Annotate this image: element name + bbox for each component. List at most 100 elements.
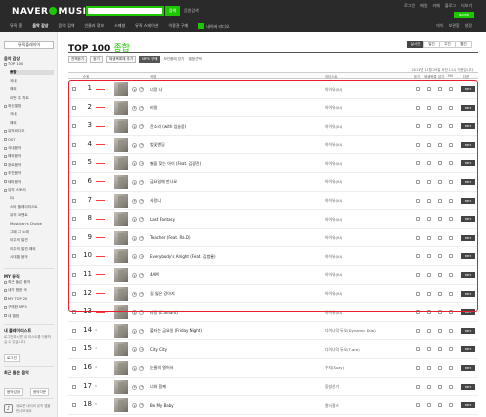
album-art[interactable] bbox=[114, 100, 128, 115]
add-icon[interactable] bbox=[139, 105, 144, 111]
sidebar-item[interactable]: 이번 주 차트 bbox=[10, 96, 29, 101]
album-art[interactable] bbox=[114, 267, 128, 282]
table-row[interactable]: 4 벚꽃엔딩 아이유(IU) MP3 bbox=[68, 136, 478, 155]
sidebar-item[interactable]: 뮤직 코멘트 bbox=[10, 213, 28, 218]
song-title[interactable]: Everybody's Alright (Feat. 김범룡) bbox=[150, 254, 216, 260]
add-icon[interactable] bbox=[139, 328, 144, 334]
listen-icon[interactable] bbox=[416, 179, 420, 184]
listen-icon[interactable] bbox=[416, 235, 420, 240]
play-icon[interactable] bbox=[132, 403, 137, 409]
playlist-icon[interactable] bbox=[427, 105, 431, 110]
song-title[interactable]: City City bbox=[150, 347, 167, 352]
mv-icon[interactable] bbox=[449, 105, 453, 110]
gnb-right-settings[interactable]: 설정 bbox=[465, 23, 472, 29]
mp3-download-button[interactable]: MP3 bbox=[461, 271, 475, 278]
save-icon[interactable] bbox=[438, 254, 442, 259]
row-checkbox[interactable] bbox=[72, 161, 76, 166]
song-title[interactable]: Last Fantasy bbox=[150, 217, 175, 222]
save-icon[interactable] bbox=[438, 403, 442, 408]
listen-icon[interactable] bbox=[416, 124, 420, 129]
row-checkbox[interactable] bbox=[72, 235, 76, 240]
mp3-download-button[interactable]: MP3 bbox=[461, 216, 475, 223]
row-checkbox[interactable] bbox=[72, 105, 76, 110]
add-icon[interactable] bbox=[139, 86, 144, 92]
listen-icon[interactable] bbox=[416, 217, 420, 222]
artist-name[interactable]: 아이유(IU) bbox=[325, 105, 342, 111]
table-row[interactable]: 13 라망 (L'amant) 아이유(IU) MP3 bbox=[68, 303, 478, 322]
listen-icon[interactable] bbox=[416, 328, 420, 333]
song-title[interactable]: 라망 (L'amant) bbox=[150, 310, 178, 316]
artist-name[interactable]: 아이유(IU) bbox=[325, 124, 342, 130]
mv-icon[interactable] bbox=[449, 87, 453, 91]
row-checkbox[interactable] bbox=[72, 198, 76, 203]
table-row[interactable]: 164 눈물의 멀어서 수지(Suzy) MP3 bbox=[68, 359, 478, 378]
mp3-download-button[interactable]: MP3 bbox=[461, 86, 475, 92]
album-art[interactable] bbox=[114, 137, 128, 152]
sidebar-download-button[interactable]: 음악다운 bbox=[30, 388, 50, 396]
mp3-buy-button[interactable]: MP3 구매 bbox=[139, 56, 161, 63]
table-row[interactable]: 9 Teacher (Feat. Ra.D) 아이유(IU) MP3 bbox=[68, 229, 478, 248]
sidebar-item[interactable]: 해외 bbox=[10, 87, 17, 92]
sidebar-item[interactable]: 이주의 발견 bbox=[10, 238, 28, 243]
naver-badge[interactable]: NAVER bbox=[454, 12, 474, 18]
save-icon[interactable] bbox=[438, 328, 442, 333]
tab-realtime[interactable]: 실시간 bbox=[407, 41, 424, 48]
mv-icon[interactable] bbox=[449, 291, 453, 296]
artist-name[interactable]: 아이유(IU) bbox=[325, 291, 342, 297]
sidebar-my-item[interactable]: 내가 찜한 곡 bbox=[4, 288, 27, 293]
row-checkbox[interactable] bbox=[72, 403, 76, 408]
save-icon[interactable] bbox=[438, 179, 442, 184]
sidebar-item[interactable]: 장르음악 bbox=[4, 163, 21, 168]
playlist-icon[interactable] bbox=[427, 365, 431, 370]
table-row[interactable]: 6 금요일에 만나요 아이유(IU) MP3 bbox=[68, 173, 478, 192]
listen-icon[interactable] bbox=[416, 198, 420, 203]
play-icon[interactable] bbox=[132, 365, 137, 371]
album-art[interactable] bbox=[114, 398, 128, 413]
save-icon[interactable] bbox=[438, 124, 442, 129]
play-button[interactable]: 듣기 bbox=[90, 56, 103, 63]
song-title[interactable]: 너랑 나 bbox=[150, 87, 162, 93]
mp3-download-button[interactable]: MP3 bbox=[461, 402, 475, 409]
add-icon[interactable] bbox=[139, 216, 144, 223]
artist-name[interactable]: 원더걸스 bbox=[325, 403, 339, 409]
playlist-icon[interactable] bbox=[427, 384, 431, 389]
mp3-download-button[interactable]: MP3 bbox=[461, 383, 475, 390]
play-icon[interactable] bbox=[132, 235, 137, 241]
song-title[interactable]: 비밀 bbox=[150, 105, 157, 111]
row-checkbox[interactable] bbox=[72, 87, 76, 91]
sidebar-item[interactable]: 그때 그 노래 bbox=[10, 230, 29, 235]
sidebar-item[interactable]: 국내 bbox=[10, 112, 17, 117]
mp3-download-button[interactable]: MP3 bbox=[461, 309, 475, 316]
sidebar-item[interactable]: 테마음악 bbox=[4, 180, 21, 185]
table-row[interactable]: 11 4AM 아이유(IU) MP3 bbox=[68, 266, 478, 285]
play-icon[interactable] bbox=[132, 179, 137, 185]
naver-music-logo[interactable]: NAVER MUSIC bbox=[12, 7, 94, 17]
playlist-icon[interactable] bbox=[427, 328, 431, 333]
artist-name[interactable]: 아이유(IU) bbox=[325, 142, 342, 148]
sidebar-item[interactable]: 시대별 음악 bbox=[10, 255, 28, 260]
add-icon[interactable] bbox=[139, 161, 144, 167]
gnb-right-locker[interactable]: 보관함 bbox=[449, 23, 460, 29]
save-icon[interactable] bbox=[438, 217, 442, 222]
play-icon[interactable] bbox=[132, 384, 137, 390]
mp3-download-button[interactable]: MP3 bbox=[461, 141, 475, 148]
album-art[interactable] bbox=[114, 305, 128, 320]
album-art[interactable] bbox=[114, 379, 128, 394]
gnb-radio[interactable]: 네이버 라디오 bbox=[198, 22, 230, 30]
add-icon[interactable] bbox=[139, 365, 144, 371]
gnb-station[interactable]: 뮤직 스테이션 bbox=[135, 23, 158, 29]
artist-name[interactable]: 아이유(IU) bbox=[325, 217, 342, 223]
play-icon[interactable] bbox=[132, 124, 137, 130]
album-art[interactable] bbox=[114, 82, 128, 96]
mv-icon[interactable] bbox=[449, 235, 453, 240]
mv-icon[interactable] bbox=[449, 142, 453, 147]
album-art[interactable] bbox=[114, 156, 128, 171]
artist-name[interactable]: 아이유(IU) bbox=[325, 254, 342, 260]
row-checkbox[interactable] bbox=[72, 328, 76, 333]
tab-monthly[interactable]: 월간 bbox=[455, 41, 472, 48]
table-row[interactable]: 5 별을 찾는 아이 (Feat. 김광진) 아이유(IU) MP3 bbox=[68, 154, 478, 173]
gnb-search[interactable]: 음악 검색 bbox=[58, 23, 74, 29]
album-art[interactable] bbox=[114, 230, 128, 245]
artist-name[interactable]: 다이나믹 듀오(Dynamic Duo) bbox=[325, 328, 376, 334]
sidebar-item[interactable]: 스타 플레이리스트 bbox=[10, 205, 38, 210]
